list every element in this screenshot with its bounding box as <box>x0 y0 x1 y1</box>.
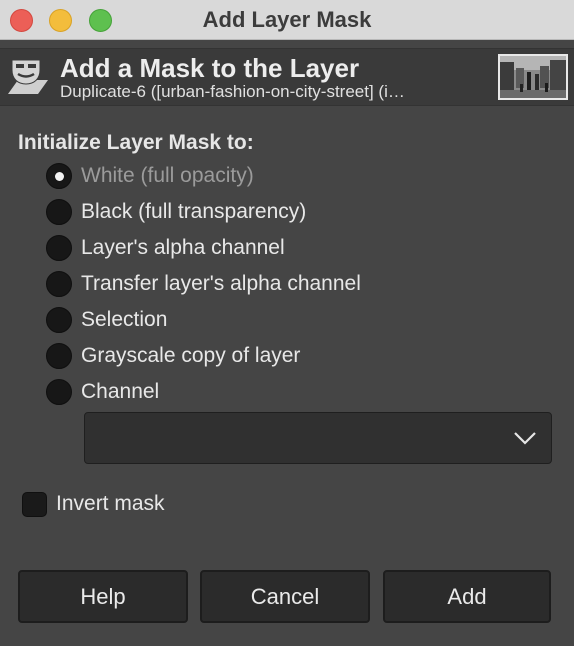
chevron-down-icon <box>514 432 536 445</box>
radio-button[interactable] <box>46 163 72 189</box>
radio-label: Grayscale copy of layer <box>81 344 301 367</box>
radio-button[interactable] <box>46 307 72 333</box>
radio-label: Black (full transparency) <box>81 200 307 223</box>
init-mask-label: Initialize Layer Mask to: <box>18 131 254 154</box>
dialog-header: Add a Mask to the Layer Duplicate-6 ([ur… <box>0 48 574 106</box>
radio-label: Channel <box>81 380 160 403</box>
title-bar: Add Layer Mask <box>0 0 574 40</box>
radio-label: White (full opacity) <box>81 164 254 187</box>
invert-mask-label: Invert mask <box>56 492 165 515</box>
radio-label: Transfer layer's alpha channel <box>81 272 361 295</box>
radio-label: Layer's alpha channel <box>81 236 285 259</box>
dialog-heading: Add a Mask to the Layer <box>60 53 360 83</box>
invert-mask-option[interactable]: Invert mask <box>22 490 165 518</box>
radio-button[interactable] <box>46 379 72 405</box>
add-button[interactable]: Add <box>383 570 551 623</box>
radio-label: Selection <box>81 308 168 331</box>
radio-layer-alpha-channel[interactable]: Layer's alpha channel <box>46 233 285 263</box>
radio-white-full-opacity[interactable]: White (full opacity) <box>46 161 254 191</box>
layer-mask-icon <box>8 59 48 94</box>
radio-button[interactable] <box>46 343 72 369</box>
window-title: Add Layer Mask <box>202 7 372 32</box>
radio-button[interactable] <box>46 271 72 297</box>
radio-black-full-transparency[interactable]: Black (full transparency) <box>46 197 306 227</box>
layer-name-subtitle: Duplicate-6 ([urban-fashion-on-city-stre… <box>60 82 405 101</box>
radio-transfer-layer-alpha[interactable]: Transfer layer's alpha channel <box>46 269 361 299</box>
radio-grayscale-copy[interactable]: Grayscale copy of layer <box>46 341 300 371</box>
help-button[interactable]: Help <box>18 570 188 623</box>
channel-select[interactable] <box>84 412 552 464</box>
radio-button[interactable] <box>46 199 72 225</box>
radio-selection[interactable]: Selection <box>46 305 167 335</box>
layer-thumbnail <box>498 54 568 100</box>
invert-mask-checkbox[interactable] <box>22 491 47 517</box>
cancel-button[interactable]: Cancel <box>200 570 370 623</box>
radio-button[interactable] <box>46 235 72 261</box>
radio-channel[interactable]: Channel <box>46 377 159 407</box>
